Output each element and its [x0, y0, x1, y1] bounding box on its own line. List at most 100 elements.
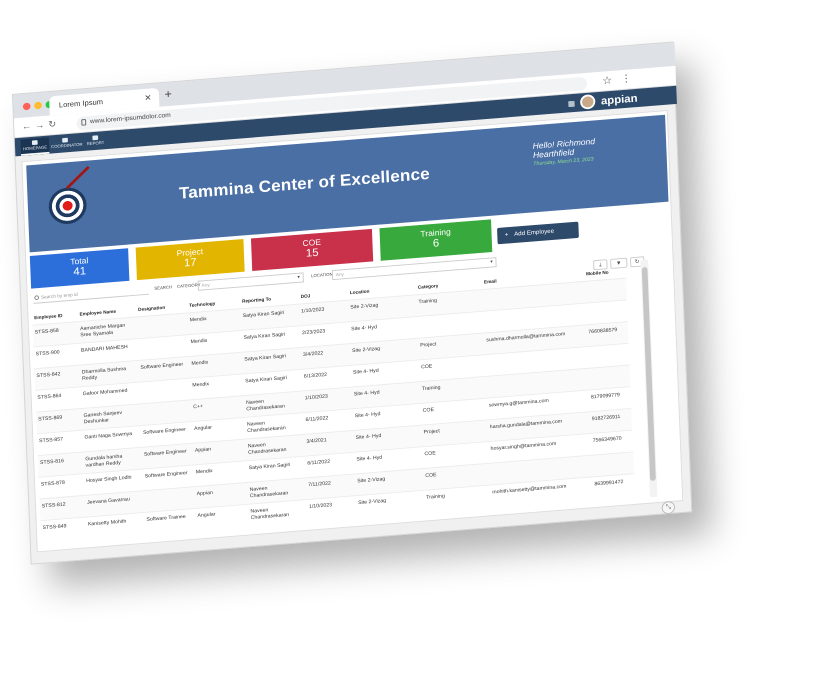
stat-card-project[interactable]: Project 17: [135, 239, 245, 281]
nav-homepage[interactable]: HOMEPAGE: [20, 137, 50, 156]
table-cell-technology: Appian: [196, 490, 213, 497]
column-header-employee-id[interactable]: Employee ID: [34, 312, 76, 321]
table-cell-employee-id: STSS-816: [39, 458, 65, 466]
table-cell-designation: Software Engineer: [143, 448, 187, 458]
table-cell-email: [485, 308, 583, 316]
bookmark-star-icon[interactable]: ☆: [602, 74, 613, 87]
page-title: Tammina Center of Excellence: [178, 164, 431, 203]
close-tab-icon[interactable]: ✕: [144, 93, 152, 104]
table-cell-technology: Angular: [197, 511, 216, 519]
stat-card-coe[interactable]: COE 15: [250, 228, 374, 272]
stat-training-value: 6: [432, 236, 440, 250]
table-cell-email: [491, 460, 589, 468]
table-cell-employee-id: STSS-858: [34, 328, 59, 336]
plus-icon: +: [504, 231, 509, 239]
table-cell-doj: 3/4/2022: [302, 350, 324, 358]
close-window-dot[interactable]: [22, 102, 31, 111]
column-header-mobile-no[interactable]: Mobile No: [586, 268, 633, 277]
nav-report[interactable]: REPORT: [81, 133, 110, 152]
table-cell-designation: [142, 405, 191, 409]
table-cell-location: Site 2-Vizag: [358, 498, 387, 506]
corner-expand-icon[interactable]: ⤡: [661, 500, 676, 515]
table-cell-employee-name[interactable]: Jeevana Gavarrau: [87, 496, 142, 506]
table-cell-employee-id: STSS-842: [36, 371, 61, 379]
nav-coordinator[interactable]: COORDINATOR: [51, 135, 83, 154]
table-cell-employee-id: STSS-864: [37, 393, 62, 401]
add-employee-button[interactable]: + Add Employee: [497, 221, 579, 245]
table-cell-email: [488, 373, 586, 381]
table-cell-email: sowmya.g@tammina.com: [488, 398, 549, 409]
table-cell-employee-id: STSS-812: [41, 501, 66, 510]
target-icon: [48, 186, 88, 226]
table-cell-employee-id: STSS-869: [38, 415, 63, 423]
minimize-window-dot[interactable]: [34, 101, 42, 110]
forward-icon[interactable]: →: [35, 120, 45, 131]
table-cell-category: Training: [421, 385, 441, 392]
table-cell-category: COE: [425, 472, 437, 479]
stat-card-total[interactable]: Total 41: [29, 248, 130, 289]
table-cell-category: COE: [424, 450, 436, 458]
stat-total-value: 41: [73, 264, 87, 278]
nav-homepage-label: HOMEPAGE: [22, 144, 48, 152]
table-cell-designation: Software Engineer: [140, 361, 184, 371]
new-tab-icon[interactable]: +: [164, 87, 172, 101]
table-cell-email: [487, 352, 585, 360]
table-cell-reporting-to: Naveen Chandrasekaran: [249, 485, 289, 499]
column-header-doj[interactable]: DOJ: [301, 291, 347, 300]
table-cell-reporting-to: Naveen Chandrasekaran: [247, 442, 287, 456]
stat-project-value: 17: [183, 255, 197, 270]
table-cell-reporting-to: Satya Kiran Sagiri: [245, 375, 287, 385]
table-cell-employee-name[interactable]: Dharmolla Sushma Reddy: [82, 366, 137, 382]
table-cell-category: Project: [420, 341, 437, 349]
coordinator-icon: [62, 137, 68, 143]
back-icon[interactable]: ←: [22, 122, 32, 133]
table-cell-employee-id: STSS-849: [42, 523, 67, 531]
table-cell-designation: [139, 318, 188, 322]
table-cell-email: [484, 287, 582, 295]
table-cell-category: COE: [420, 363, 433, 371]
main-content: Tammina Center of Excellence Hello! Rich…: [21, 110, 684, 553]
column-header-designation[interactable]: Designation: [138, 303, 187, 313]
table-cell-employee-name[interactable]: Gafoor Mohammed: [83, 387, 138, 397]
table-cell-doj: 6/13/2022: [303, 372, 328, 380]
table-cell-employee-name[interactable]: Gundala harsha vardhan Reddy: [85, 452, 140, 468]
table-cell-mobile-no: [589, 348, 636, 352]
table-cell-mobile-no: [593, 456, 640, 460]
table-cell-employee-name[interactable]: BANDARI MAHESH: [81, 344, 136, 354]
table-cell-location: Site 2-Vizag: [350, 302, 379, 311]
table-cell-category: Training: [418, 298, 438, 306]
stat-card-training[interactable]: Training 6: [379, 219, 493, 261]
table-cell-employee-name[interactable]: Hosyar Singh Lodhi: [86, 474, 141, 484]
table-cell-location: Site 4- Hyd: [353, 389, 380, 398]
table-cell-reporting-to: Satya Kiran Sagiri: [248, 462, 291, 472]
column-header-employee-name[interactable]: Employee Name: [79, 308, 134, 317]
column-header-technology[interactable]: Technology: [189, 299, 238, 309]
avatar[interactable]: [579, 94, 596, 110]
table-cell-email: hosyar.singh@tammina.com: [490, 441, 557, 452]
table-cell-employee-name[interactable]: Ganesh Sanjeev Deshunkar: [83, 409, 138, 425]
table-cell-technology: Appian: [194, 446, 212, 454]
table-cell-category: Project: [423, 428, 440, 436]
table-cell-technology: Mendix: [189, 316, 207, 324]
table-cell-reporting-to: Satya Kiran Sagiri: [242, 310, 285, 319]
reload-icon[interactable]: ↻: [48, 120, 56, 131]
table-cell-category: Training: [426, 493, 445, 501]
apps-grid-icon[interactable]: ▦: [568, 99, 575, 108]
table-cell-employee-name[interactable]: Kanisetty Mohith: [88, 518, 143, 528]
table-cell-designation: [141, 383, 190, 387]
browser-menu-icon[interactable]: ⋮: [621, 72, 632, 85]
table-cell-technology: Mendix: [191, 359, 209, 367]
appian-logo: appian: [600, 91, 638, 108]
table-cell-employee-name[interactable]: Ganti Naga Sowmya: [84, 431, 139, 441]
table-cell-designation: Software Engineer: [142, 427, 186, 436]
employee-table: Employee ID Employee Name Designation Techn…: [32, 250, 665, 546]
table-cell-doj: 1/10/2023: [304, 393, 328, 402]
table-cell-employee-name[interactable]: Aamaniche Margan Sree Syamala: [80, 322, 135, 338]
table-cell-technology: C++: [193, 403, 204, 411]
table-cell-designation: Software Engineer: [144, 470, 188, 480]
table-cell-location: Site 2-Vizag: [352, 346, 381, 354]
column-header-reporting-to[interactable]: Reporting To: [242, 295, 299, 305]
column-header-category[interactable]: Category: [418, 280, 477, 291]
table-cell-technology: Mendix: [192, 381, 210, 389]
table-cell-category: [419, 317, 478, 322]
